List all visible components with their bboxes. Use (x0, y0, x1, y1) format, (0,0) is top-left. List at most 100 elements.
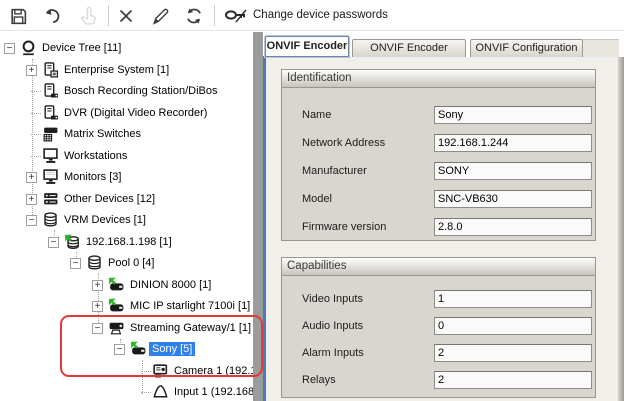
tree-item-vrm-devices-1[interactable]: − VRM Devices [1] (0, 210, 253, 231)
tree-guide-stub (141, 392, 151, 393)
name-field[interactable] (434, 106, 592, 124)
tree-item-streaming-gateway-1-1[interactable]: − Streaming Gateway/1 [1] (0, 318, 253, 339)
device-tree-panel: −Device Tree [11]+Enterprise System [1]B… (0, 32, 253, 401)
tree-item-device-tree-11[interactable]: − Device Tree [11] (0, 38, 253, 59)
expand-toggle[interactable]: + (26, 65, 37, 76)
tree-item-workstations[interactable]: Workstations (0, 146, 253, 167)
tree-item-bosch-recording-station-dibos[interactable]: Bosch Recording Station/DiBos (0, 81, 253, 102)
pencil-icon (151, 7, 170, 26)
tree-guide-stub (31, 113, 41, 114)
capabilities-group: Capabilities Video Inputs Audio Inputs A… (281, 257, 596, 398)
expand-toggle[interactable]: + (26, 172, 37, 183)
expand-toggle[interactable]: + (92, 301, 103, 312)
encoder-live-icon (108, 277, 125, 293)
tree-item-192-168-1-198-1[interactable]: −192.168.1.198 [1] (0, 232, 253, 253)
tree-item-label: Other Devices [12] (61, 192, 158, 206)
save-icon (9, 7, 28, 26)
edit-button[interactable] (148, 4, 172, 28)
network-address-field[interactable] (434, 134, 592, 152)
undo-icon (42, 6, 62, 26)
tree-guide-stub (141, 371, 151, 372)
field-label-manufacturer: Manufacturer (302, 165, 367, 177)
tree-item-label: Enterprise System [1] (61, 63, 172, 77)
tree-item-other-devices-12[interactable]: + Other Devices [12] (0, 189, 253, 210)
tree-item-sony-5[interactable]: − Sony [5] (0, 339, 253, 360)
manufacturer-field[interactable] (434, 162, 592, 180)
model-field[interactable] (434, 190, 592, 208)
tab-label: ONVIF Encoder (267, 40, 348, 52)
firmware-version-field[interactable] (434, 218, 592, 236)
collapse-toggle[interactable]: − (4, 43, 15, 54)
db-icon (42, 212, 59, 228)
tree-item-label: Device Tree [11] (39, 41, 124, 55)
tree-item-enterprise-system-1[interactable]: + Enterprise System [1] (0, 60, 253, 81)
field-label-firmware-version: Firmware version (302, 221, 386, 233)
panel-splitter[interactable] (253, 32, 263, 401)
tree-item-dvr-digital-video-recorder[interactable]: DVR (Digital Video Recorder) (0, 103, 253, 124)
matrix-icon (42, 126, 59, 142)
audio-inputs-field[interactable] (434, 317, 592, 335)
tree-item-camera-1-192-168-1-244[interactable]: Camera 1 (192.168.1.244) (0, 361, 253, 382)
tree-item-label: Monitors [3] (61, 170, 124, 184)
collapse-toggle[interactable]: − (114, 344, 125, 355)
tree-item-label: Camera 1 (192.168.1.244) (171, 364, 253, 378)
tree-item-label: Matrix Switches (61, 127, 144, 141)
tab-onvif-configuration[interactable]: ONVIF Configuration (470, 39, 583, 57)
change-device-passwords-button[interactable] (222, 4, 250, 28)
change-device-passwords-label[interactable]: Change device passwords (253, 9, 388, 21)
collapse-toggle[interactable]: − (92, 323, 103, 334)
tree-item-input-1-192-168-1-244[interactable]: Input 1 (192.168.1.244) (0, 382, 253, 401)
tree-item-label: Sony [5] (149, 342, 195, 356)
input-dome-icon (152, 384, 169, 400)
tree-guide-stub (31, 134, 41, 135)
collapse-toggle[interactable]: − (26, 215, 37, 226)
session-button (76, 4, 100, 28)
toolbar-separator (108, 5, 109, 26)
collapse-toggle[interactable]: − (48, 237, 59, 248)
video-inputs-field[interactable] (434, 290, 592, 308)
collapse-toggle[interactable]: − (70, 258, 81, 269)
tree-item-label: VRM Devices [1] (61, 213, 149, 227)
tree-item-matrix-switches[interactable]: Matrix Switches (0, 124, 253, 145)
reload-button[interactable] (182, 4, 206, 28)
alarm-inputs-field[interactable] (434, 344, 592, 362)
toolbar: Change device passwords (0, 0, 624, 31)
db-icon (86, 255, 103, 271)
tree-item-label: Input 1 (192.168.1.244) (171, 385, 253, 399)
tree-item-label: Workstations (61, 149, 130, 163)
window-right-edge (618, 57, 624, 401)
tree-item-label: Streaming Gateway/1 [1] (127, 321, 253, 335)
tab-onvif-encoder[interactable]: ONVIF Encoder (265, 36, 349, 57)
tree-item-label: MIC IP starlight 7100i [1] (127, 299, 253, 313)
toolbar-separator (214, 5, 215, 26)
root-icon (20, 40, 37, 56)
tab-page: Identification Name Network Address Manu… (266, 57, 621, 401)
hand-icon (79, 7, 98, 26)
field-label-model: Model (302, 193, 332, 205)
tree-item-label: Bosch Recording Station/DiBos (61, 84, 220, 98)
detail-panel: ONVIF Encoder ONVIF Encoder Events ONVIF… (263, 32, 624, 401)
tree-item-pool-0-4[interactable]: −Pool 0 [4] (0, 253, 253, 274)
expand-toggle[interactable]: + (26, 194, 37, 205)
undo-button[interactable] (40, 4, 64, 28)
identification-group: Identification Name Network Address Manu… (281, 69, 596, 241)
expand-toggle[interactable]: + (92, 280, 103, 291)
tree-guide-stub (31, 156, 41, 157)
tab-onvif-encoder-events[interactable]: ONVIF Encoder Events (352, 39, 466, 57)
delete-button[interactable] (114, 4, 138, 28)
tree-item-label: DINION 8000 [1] (127, 278, 214, 292)
tree-item-mic-ip-starlight-7100i-1[interactable]: + MIC IP starlight 7100i [1] (0, 296, 253, 317)
tree-guide-stub (31, 91, 41, 92)
save-button[interactable] (6, 4, 30, 28)
relays-field[interactable] (434, 371, 592, 389)
field-label-relays: Relays (302, 374, 336, 386)
identification-group-title: Identification (282, 70, 595, 88)
delete-x-icon (117, 7, 135, 25)
refresh-icon (184, 6, 204, 26)
workstation-icon (42, 148, 59, 164)
gateway-icon (108, 320, 125, 336)
tree-item-dinion-8000-1[interactable]: + DINION 8000 [1] (0, 275, 253, 296)
field-label-name: Name (302, 109, 331, 121)
tree-item-monitors-3[interactable]: + Monitors [3] (0, 167, 253, 188)
monitor-icon (42, 169, 59, 185)
